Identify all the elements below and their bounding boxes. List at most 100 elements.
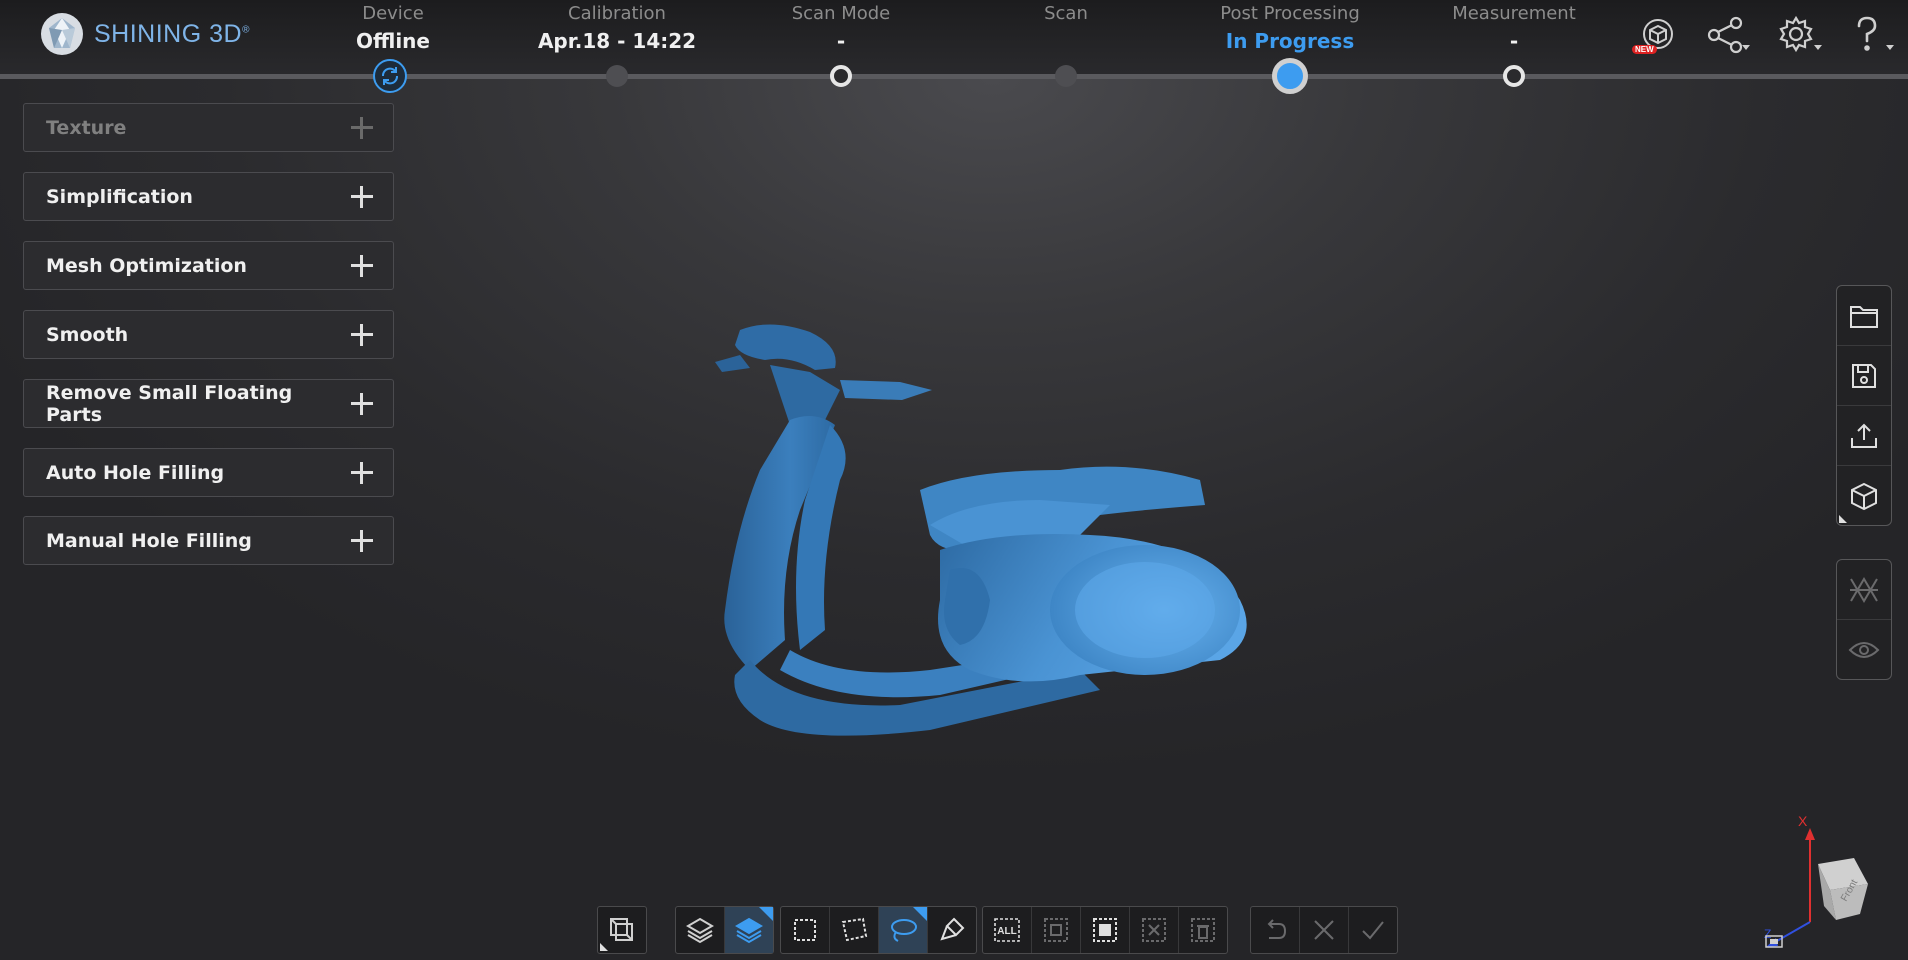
- orientation-cube[interactable]: X Z Front: [1760, 810, 1880, 950]
- panel-simplification[interactable]: Simplification: [23, 172, 394, 221]
- step-scan-mode-label: Scan Mode: [791, 3, 891, 24]
- step-calibration[interactable]: Calibration Apr.18 - 14:22: [497, 0, 737, 56]
- new-badge: NEW: [1632, 45, 1657, 54]
- step-post-processing-value: In Progress: [1225, 29, 1355, 53]
- layers-button[interactable]: [676, 907, 725, 953]
- select-all-button[interactable]: ALL: [983, 907, 1032, 953]
- visibility-icon: [1848, 641, 1880, 658]
- navigation-cube[interactable]: Front: [1818, 858, 1868, 920]
- settings-caret-icon: [1814, 45, 1822, 50]
- polygon-select-button[interactable]: [830, 907, 879, 953]
- lasso-select-button[interactable]: [879, 907, 928, 953]
- submenu-indicator-icon: [1839, 515, 1847, 523]
- expand-plus-icon[interactable]: [349, 253, 375, 279]
- scanned-scooter-model[interactable]: [640, 310, 1300, 800]
- rectangle-select-icon: [794, 919, 816, 941]
- expand-plus-icon[interactable]: [349, 184, 375, 210]
- undo-icon: [1267, 919, 1287, 939]
- step-device-dot[interactable]: [373, 59, 407, 93]
- wireframe-cube-icon: [610, 918, 633, 941]
- expand-plus-icon[interactable]: [349, 322, 375, 348]
- layer-group: [675, 906, 774, 954]
- panel-simplification-label: Simplification: [46, 185, 193, 208]
- settings-icon[interactable]: [1776, 14, 1822, 56]
- submenu-indicator-icon: [600, 943, 608, 951]
- panel-remove-small-floating-parts[interactable]: Remove Small Floating Parts: [23, 379, 394, 428]
- help-icon[interactable]: [1848, 14, 1894, 56]
- select-all-label: ALL: [997, 926, 1016, 937]
- panel-manual-hole-filling[interactable]: Manual Hole Filling: [23, 516, 394, 565]
- step-device-value: Offline: [356, 29, 430, 53]
- clear-selection-button[interactable]: [1130, 907, 1179, 953]
- submenu-indicator-icon: [913, 907, 927, 921]
- save-icon: [1852, 363, 1876, 388]
- perspective-toggle-button[interactable]: [598, 907, 646, 953]
- step-scan-dot[interactable]: [1055, 65, 1077, 87]
- panel-auto-hole-filling[interactable]: Auto Hole Filling: [23, 448, 394, 497]
- right-file-toolbar: [1836, 285, 1892, 526]
- mesh-view-button[interactable]: [1837, 560, 1891, 620]
- delete-selection-button[interactable]: [1179, 907, 1227, 953]
- panel-smooth-label: Smooth: [46, 323, 129, 346]
- clear-selection-icon: [1142, 918, 1166, 942]
- polygon-select-icon: [841, 917, 868, 942]
- expand-plus-icon[interactable]: [349, 391, 375, 417]
- step-post-processing-label: Post Processing: [1220, 3, 1360, 24]
- step-scan-mode-dot[interactable]: [830, 65, 852, 87]
- step-post-processing-dot[interactable]: [1272, 58, 1308, 94]
- step-post-processing[interactable]: Post Processing In Progress: [1170, 0, 1410, 56]
- step-scan[interactable]: Scan: [946, 0, 1186, 56]
- trash-icon: [1191, 918, 1215, 942]
- export-button[interactable]: [1837, 406, 1891, 466]
- step-scan-mode[interactable]: Scan Mode -: [721, 0, 961, 56]
- top-icon-group: NEW: [1632, 14, 1894, 56]
- expand-plus-icon[interactable]: [349, 528, 375, 554]
- select-connected-button[interactable]: [1081, 907, 1130, 953]
- rectangle-select-button[interactable]: [781, 907, 830, 953]
- 3d-model-new-icon[interactable]: NEW: [1632, 14, 1676, 56]
- share-caret-icon: [1742, 45, 1750, 50]
- axis-x-label: X: [1798, 813, 1808, 829]
- step-measurement-value: -: [1509, 29, 1519, 53]
- step-scan-mode-value: -: [836, 29, 846, 53]
- apply-button[interactable]: [1349, 907, 1397, 953]
- close-icon: [1314, 920, 1334, 940]
- select-through-button[interactable]: [725, 907, 773, 953]
- axis-z-label: Z: [1764, 927, 1771, 941]
- step-scan-value: [946, 26, 1186, 56]
- step-calibration-dot[interactable]: [606, 65, 628, 87]
- undo-button[interactable]: [1251, 907, 1300, 953]
- brush-select-button[interactable]: [928, 907, 976, 953]
- invert-selection-button[interactable]: [1032, 907, 1081, 953]
- panel-mesh-optimization[interactable]: Mesh Optimization: [23, 241, 394, 290]
- step-device[interactable]: Device Offline: [273, 0, 513, 56]
- save-button[interactable]: [1837, 346, 1891, 406]
- expand-plus-icon[interactable]: [349, 460, 375, 486]
- panel-texture-label: Texture: [46, 116, 127, 139]
- export-icon: [1851, 423, 1877, 448]
- workflow-progress-line: [0, 74, 1908, 79]
- right-view-toolbar: [1836, 559, 1892, 680]
- panel-auto-hole-filling-label: Auto Hole Filling: [46, 461, 225, 484]
- invert-selection-icon: [1044, 918, 1068, 942]
- open-folder-icon: [1850, 305, 1878, 328]
- model-cube-icon: [1851, 482, 1877, 510]
- panel-remove-small-floating-parts-label: Remove Small Floating Parts: [46, 381, 293, 426]
- open-folder-button[interactable]: [1837, 286, 1891, 346]
- model-cube-button[interactable]: [1837, 466, 1891, 525]
- view-mode-group: [597, 906, 647, 954]
- step-measurement[interactable]: Measurement -: [1394, 0, 1634, 56]
- step-measurement-dot[interactable]: [1503, 65, 1525, 87]
- top-bar: SHINING 3D® Device Offline Calibration A…: [0, 0, 1908, 78]
- check-icon: [1362, 921, 1384, 940]
- cancel-button[interactable]: [1300, 907, 1349, 953]
- selection-tool-group: [780, 906, 977, 954]
- expand-plus-icon[interactable]: [349, 115, 375, 141]
- panel-smooth[interactable]: Smooth: [23, 310, 394, 359]
- share-icon[interactable]: [1704, 14, 1750, 56]
- visibility-button[interactable]: [1837, 620, 1891, 679]
- select-connected-icon: [1093, 918, 1117, 942]
- brand-gem-icon: [41, 13, 83, 55]
- panel-texture[interactable]: Texture: [23, 103, 394, 152]
- sync-icon: [382, 67, 398, 85]
